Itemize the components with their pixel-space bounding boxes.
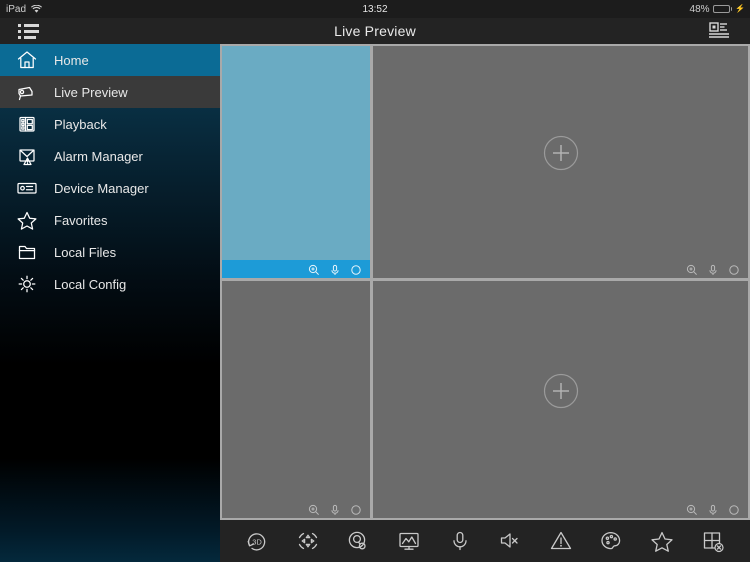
video-stream-2[interactable] [373,46,748,260]
video-grid [220,44,750,520]
zoom-in-icon[interactable] [308,503,320,515]
battery-icon [712,5,733,13]
svg-text:3D: 3D [253,538,263,547]
record-icon[interactable] [728,263,740,275]
close-all-grid-icon[interactable] [697,526,729,556]
sidebar-item-live-preview[interactable]: Live Preview [0,76,220,108]
video-stream-4[interactable] [373,281,748,500]
camera-icon [0,82,54,102]
record-icon[interactable] [350,503,362,515]
sidebar-menu: Home Live Preview Playback Alarm Manager… [0,44,220,562]
zoom-in-icon[interactable] [308,263,320,275]
status-bar-right: 48% ⚡ [690,4,745,15]
pane-controls-2 [373,260,748,278]
sidebar-item-label: Playback [54,116,107,132]
pane-controls-4 [373,500,748,518]
microphone-icon[interactable] [444,526,476,556]
film-strip-icon [0,114,54,134]
zoom-in-icon[interactable] [686,503,698,515]
sidebar-item-favorites[interactable]: Favorites [0,204,220,236]
bottom-toolbar: 3D [220,520,750,562]
sidebar-item-playback[interactable]: Playback [0,108,220,140]
microphone-icon[interactable] [707,263,719,275]
add-camera-button[interactable] [542,134,580,172]
star-icon [0,210,54,231]
add-camera-button[interactable] [542,372,580,410]
alarm-warning-icon[interactable] [545,526,577,556]
lightning-bolt-icon: ⚡ [735,4,745,13]
sidebar-item-label: Alarm Manager [54,148,143,164]
ptz-control-icon[interactable] [292,526,324,556]
pane-controls-3 [222,500,370,518]
device-box-icon [0,179,54,197]
battery-percent-label: 48% [689,3,710,15]
sidebar-item-home[interactable]: Home [0,44,220,76]
home-icon [0,50,54,70]
zoom-in-icon[interactable] [686,263,698,275]
fisheye-icon[interactable] [342,526,374,556]
speaker-mute-icon[interactable] [494,526,526,556]
video-pane-4[interactable] [373,281,748,518]
app-screen: iPad 13:52 48% ⚡ Live Preview Home Live … [0,0,750,562]
sidebar-item-local-files[interactable]: Local Files [0,236,220,268]
microphone-icon[interactable] [707,503,719,515]
sidebar-item-label: Device Manager [54,180,149,196]
sidebar-item-label: Live Preview [54,84,128,100]
device-list-icon[interactable] [706,20,732,42]
sidebar-item-label: Home [54,52,89,68]
record-icon[interactable] [728,503,740,515]
snapshot-icon[interactable] [393,526,425,556]
color-palette-icon[interactable] [595,526,627,556]
alarm-envelope-icon [0,146,54,166]
gear-icon [0,273,54,295]
sidebar-item-local-config[interactable]: Local Config [0,268,220,300]
video-pane-2[interactable] [373,46,748,278]
record-icon[interactable] [350,263,362,275]
ios-status-bar: iPad 13:52 48% ⚡ [0,0,750,18]
sidebar-item-label: Favorites [54,212,108,228]
nav-bar: Live Preview [0,18,750,44]
star-favorite-icon[interactable] [646,526,678,556]
page-title: Live Preview [334,23,416,39]
3d-positioning-icon[interactable]: 3D [241,526,273,556]
sidebar-item-label: Local Config [54,276,127,292]
microphone-icon[interactable] [329,263,341,275]
video-pane-1[interactable] [222,46,370,278]
sidebar-item-label: Local Files [54,244,117,260]
video-stream-3[interactable] [222,281,370,500]
folder-icon [0,243,54,262]
clock-label: 13:52 [362,3,388,15]
microphone-icon[interactable] [329,503,341,515]
pane-controls-1 [222,260,370,278]
video-stream-1[interactable] [222,46,370,260]
video-pane-3[interactable] [222,281,370,518]
sidebar-item-alarm-manager[interactable]: Alarm Manager [0,140,220,172]
sidebar-item-device-manager[interactable]: Device Manager [0,172,220,204]
